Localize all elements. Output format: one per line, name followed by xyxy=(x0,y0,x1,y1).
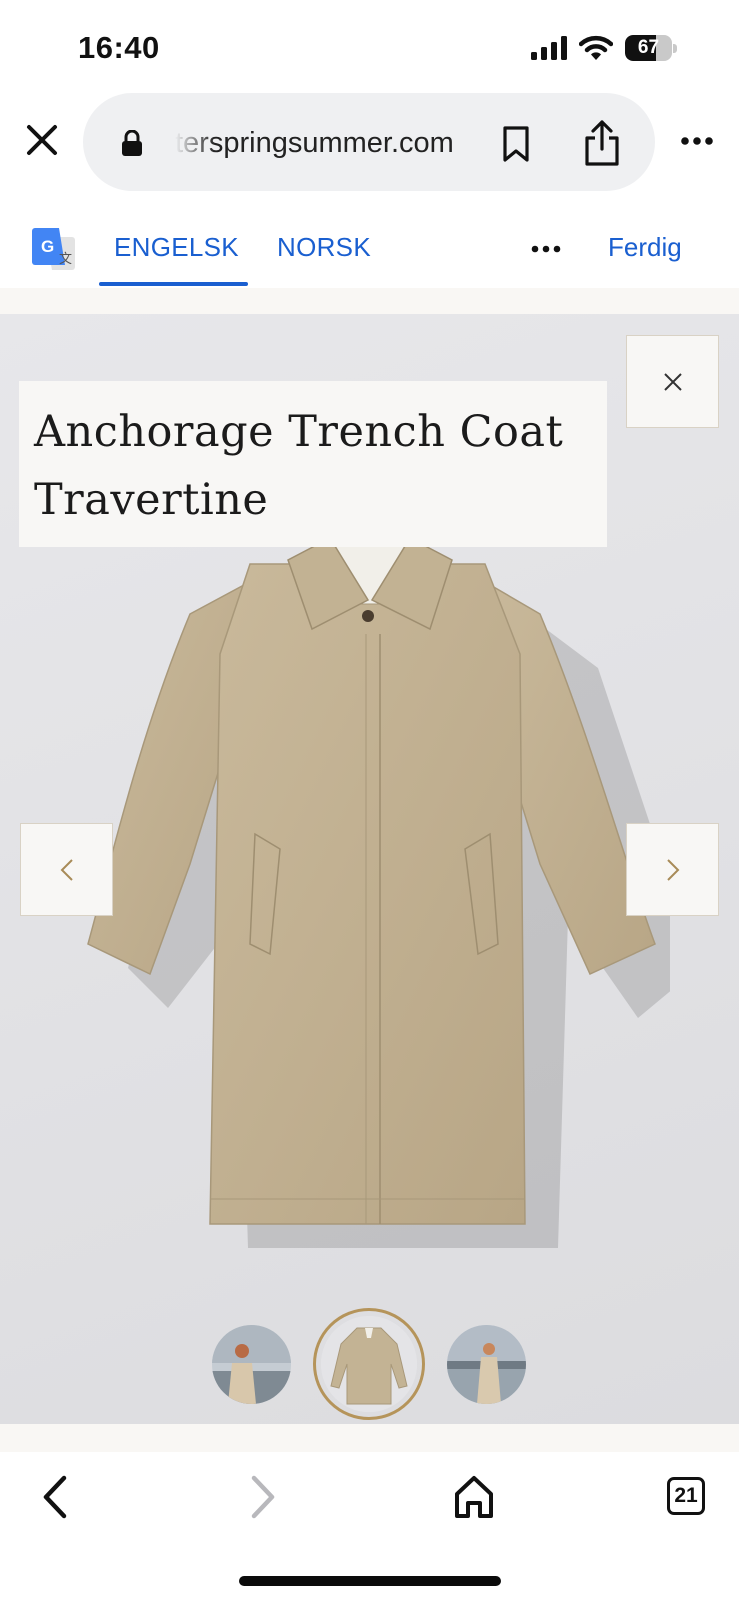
more-horizontal-icon[interactable] xyxy=(680,136,714,146)
product-image-viewer[interactable]: Anchorage Trench Coat Travertine xyxy=(0,314,739,1424)
browser-toolbar: 21 xyxy=(0,1452,739,1600)
svg-text:G: G xyxy=(41,237,54,256)
url-field[interactable]: terspringsummer.com xyxy=(83,93,655,191)
product-title: Anchorage Trench Coat xyxy=(34,407,564,457)
svg-text:文: 文 xyxy=(59,252,72,267)
done-button[interactable]: Ferdig xyxy=(608,230,682,264)
thumbnail-coat[interactable] xyxy=(313,1308,425,1420)
thumbnail-model-lake[interactable] xyxy=(447,1325,526,1404)
battery-level: 67 xyxy=(637,37,660,58)
thumbnail-strip xyxy=(0,1308,739,1420)
share-icon[interactable] xyxy=(583,119,621,167)
translate-bar: G 文 ENGELSK NORSK Ferdig xyxy=(0,210,739,288)
status-icons: 67 xyxy=(531,34,677,62)
thumbnail-model-outdoor[interactable] xyxy=(212,1325,291,1404)
back-icon[interactable] xyxy=(38,1472,70,1522)
close-icon[interactable] xyxy=(22,120,62,160)
previous-image-button[interactable] xyxy=(20,823,113,916)
close-icon xyxy=(663,372,682,391)
product-image xyxy=(87,537,670,1248)
battery-indicator: 67 xyxy=(625,35,677,61)
selected-tab-indicator xyxy=(99,282,248,286)
tab-norwegian[interactable]: NORSK xyxy=(277,230,371,264)
tab-count-button[interactable]: 21 xyxy=(667,1477,705,1515)
next-image-button[interactable] xyxy=(626,823,719,916)
lock-icon xyxy=(122,130,142,156)
google-translate-icon: G 文 xyxy=(32,228,75,270)
more-horizontal-icon[interactable] xyxy=(531,245,561,253)
chevron-right-icon xyxy=(666,858,679,881)
cellular-signal-icon xyxy=(531,36,567,60)
page-header-strip xyxy=(0,288,739,314)
url-text: terspringsummer.com xyxy=(175,127,454,159)
wifi-icon xyxy=(579,35,613,60)
forward-icon[interactable] xyxy=(248,1472,280,1522)
tab-english[interactable]: ENGELSK xyxy=(114,230,239,264)
status-time: 16:40 xyxy=(78,30,160,65)
close-viewer-button[interactable] xyxy=(626,335,719,428)
bookmark-icon[interactable] xyxy=(501,125,531,163)
status-bar: 16:40 67 xyxy=(0,0,739,90)
home-icon[interactable] xyxy=(453,1474,495,1520)
product-title-panel: Anchorage Trench Coat Travertine xyxy=(19,381,607,547)
home-indicator xyxy=(239,1576,501,1586)
product-color: Travertine xyxy=(34,475,269,525)
page-footer-strip xyxy=(0,1424,739,1452)
browser-address-bar: terspringsummer.com xyxy=(0,90,739,196)
chevron-left-icon xyxy=(60,858,73,881)
